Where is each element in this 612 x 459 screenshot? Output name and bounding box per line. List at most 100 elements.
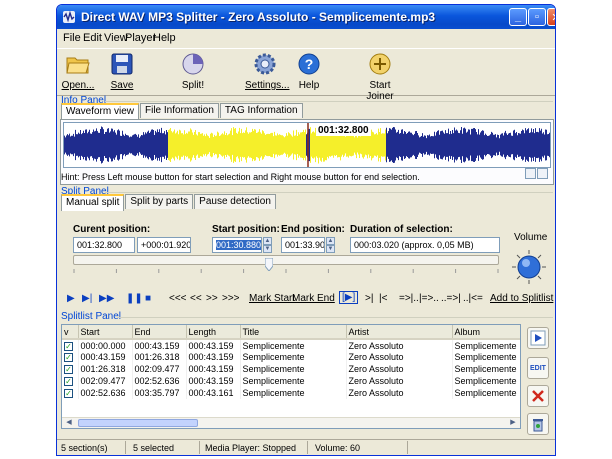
start-joiner-button[interactable]: Start Joiner (355, 51, 405, 102)
col-header-title[interactable]: Title (240, 325, 347, 340)
table-row[interactable]: ✓ 002:52.636 003:35.797 000:43.161 Sempl… (62, 387, 520, 399)
duration-field: 000:03.020 (approx. 0,05 MB) (350, 237, 500, 253)
title-bar[interactable]: Direct WAV MP3 Splitter - Zero Assoluto … (57, 5, 555, 29)
scroll-right-icon[interactable]: ▶ (507, 418, 519, 428)
mark-start-button[interactable]: Mark Start (249, 293, 295, 304)
table-row[interactable]: ✓ 002:09.477 002:52.636 000:43.159 Sempl… (62, 375, 520, 387)
cell-start: 000:43.159 (78, 351, 133, 363)
play-selection-icon[interactable]: ▶| (82, 293, 92, 304)
cell-album: Semplicemente (452, 387, 520, 399)
forward-fast-button[interactable]: >>> (222, 293, 240, 304)
spin-up-icon[interactable]: ▲ (263, 237, 272, 245)
cell-artist: Zero Assoluto (346, 351, 453, 363)
splitlist-table: v Start End Length Title Artist Album ✓ … (62, 325, 520, 399)
play-icon[interactable]: ▶ (67, 293, 75, 304)
join-before-button[interactable]: ..|<= (463, 293, 483, 304)
col-header-album[interactable]: Album (452, 325, 520, 340)
waveform-graph[interactable] (64, 123, 550, 167)
gear-icon (254, 53, 276, 75)
cell-end: 002:09.477 (132, 363, 187, 375)
play-to-end-icon[interactable]: ▶▶ (99, 293, 114, 304)
maximize-button[interactable]: ▫ (528, 8, 546, 26)
play-section-button[interactable] (527, 327, 549, 349)
row-checkbox[interactable]: ✓ (64, 365, 73, 374)
tab-pause-detection[interactable]: Pause detection (194, 194, 276, 209)
start-position-spinner[interactable]: ▲ ▼ (263, 237, 272, 253)
tab-manual-split[interactable]: Manual split (61, 194, 125, 211)
jump-start-button[interactable]: |< (379, 293, 387, 304)
edit-section-button[interactable]: EDIT (527, 357, 549, 379)
position-slider-track[interactable] (73, 255, 499, 265)
splitlist-panel-divider (117, 317, 553, 318)
app-icon (63, 10, 75, 23)
select-range-icon[interactable]: [▶] (339, 291, 359, 304)
end-position-spinner[interactable]: ▲ ▼ (326, 237, 335, 253)
rewind-fast-button[interactable]: <<< (169, 293, 187, 304)
open-button[interactable]: Open... (61, 51, 95, 91)
col-header-start[interactable]: Start (78, 325, 133, 340)
tab-file-information[interactable]: File Information (139, 103, 219, 118)
col-header-end[interactable]: End (132, 325, 187, 340)
tab-tag-information[interactable]: TAG Information (219, 103, 303, 118)
spin-up-icon[interactable]: ▲ (326, 237, 335, 245)
row-checkbox[interactable]: ✓ (64, 389, 73, 398)
horizontal-scrollbar[interactable]: ◀ ▶ (62, 417, 520, 428)
save-label: Save (110, 80, 134, 91)
tab-waveform-view[interactable]: Waveform view (61, 103, 139, 120)
row-checkbox[interactable]: ✓ (64, 353, 73, 362)
table-row[interactable]: ✓ 000:43.159 001:26.318 000:43.159 Sempl… (62, 351, 520, 363)
scrollbar-thumb[interactable] (78, 419, 198, 427)
row-checkbox[interactable]: ✓ (64, 341, 73, 351)
delete-section-button[interactable] (527, 385, 549, 407)
menu-help[interactable]: Help (153, 32, 176, 44)
col-header-length[interactable]: Length (186, 325, 241, 340)
waveform-view[interactable]: 001:32.800 (63, 122, 551, 168)
forward-button[interactable]: >> (206, 293, 218, 304)
cell-length: 000:43.161 (186, 387, 241, 399)
pause-icon[interactable]: ❚❚ (126, 293, 143, 304)
end-position-field[interactable]: 001:33.900 (281, 237, 325, 253)
join-next-button[interactable]: =>|.. (399, 293, 419, 304)
open-label: Open... (61, 80, 95, 91)
spin-down-icon[interactable]: ▼ (326, 245, 335, 253)
menu-file[interactable]: File (63, 32, 81, 44)
col-header-artist[interactable]: Artist (346, 325, 453, 340)
table-row[interactable]: ✓ 000:00.000 000:43.159 000:43.159 Sempl… (62, 339, 520, 351)
join-after-button[interactable]: ..=>| (441, 293, 461, 304)
tab-split-by-parts[interactable]: Split by parts (125, 194, 194, 209)
splitlist-header-row: v Start End Length Title Artist Album (62, 325, 520, 340)
menu-bar: File Edit View Player Help (57, 29, 555, 47)
help-button[interactable]: ? Help (295, 51, 323, 91)
join-prev-button[interactable]: |=>.. (419, 293, 439, 304)
zoom-controls (525, 168, 548, 179)
settings-button[interactable]: Settings... (245, 51, 289, 91)
volume-knob-icon[interactable] (511, 249, 547, 285)
mark-end-button[interactable]: Mark End (292, 293, 335, 304)
menu-edit[interactable]: Edit (83, 32, 102, 44)
cell-start: 002:52.636 (78, 387, 133, 399)
close-button[interactable]: ✕ (547, 8, 555, 26)
scroll-left-icon[interactable]: ◀ (63, 418, 75, 428)
add-to-splitlist-button[interactable]: Add to Splitlist (490, 293, 553, 304)
zoom-out-icon[interactable] (537, 168, 548, 179)
minimize-button[interactable]: _ (509, 8, 527, 26)
col-header-check[interactable]: v (62, 325, 79, 340)
splitlist-table-container[interactable]: v Start End Length Title Artist Album ✓ … (61, 324, 521, 429)
menu-player[interactable]: Player (125, 32, 156, 44)
save-button[interactable]: Save (107, 51, 137, 91)
stop-icon[interactable]: ■ (145, 293, 151, 304)
jump-end-button[interactable]: >| (365, 293, 373, 304)
current-offset-field[interactable]: +000:01.920 (137, 237, 191, 253)
spin-down-icon[interactable]: ▼ (263, 245, 272, 253)
status-player: Media Player: Stopped (205, 443, 297, 453)
table-row[interactable]: ✓ 001:26.318 002:09.477 000:43.159 Sempl… (62, 363, 520, 375)
zoom-in-icon[interactable] (525, 168, 536, 179)
current-position-field[interactable]: 001:32.800 (73, 237, 135, 253)
row-checkbox[interactable]: ✓ (64, 377, 73, 386)
rewind-button[interactable]: << (190, 293, 202, 304)
split-button[interactable]: Split! (177, 51, 209, 91)
duration-value: 000:03.020 (approx. 0,05 MB) (354, 240, 474, 250)
recycle-button[interactable] (527, 413, 549, 435)
start-position-field[interactable]: 001:30.880 (212, 237, 262, 253)
cell-artist: Zero Assoluto (346, 375, 453, 387)
